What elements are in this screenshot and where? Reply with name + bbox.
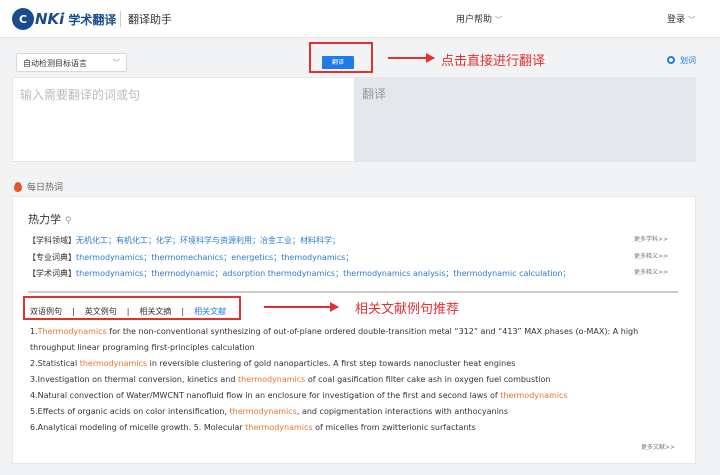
- header-divider: [120, 11, 121, 27]
- example-prefix: 1.: [30, 327, 38, 336]
- dict-row-links[interactable]: thermodynamics；thermodynamic；adsorption …: [76, 269, 571, 278]
- top-bar: C NKi 学术翻译 翻译助手 用户帮助 ﹀ 登录 ﹀: [0, 0, 720, 38]
- more-subjects-link[interactable]: 更多学科>>: [634, 234, 668, 243]
- hot-term: 热力学 ⚲: [28, 211, 72, 227]
- search-icon[interactable]: ⚲: [65, 216, 72, 226]
- output-placeholder: 翻译: [362, 87, 387, 101]
- login-menu[interactable]: 登录 ﹀: [667, 12, 695, 25]
- dict-row-links[interactable]: 无机化工；有机化工；化学；环境科学与资源利用；冶金工业；材料科学；: [76, 236, 340, 245]
- annotation-highlight-box: [309, 42, 373, 73]
- page-title: 翻译助手: [128, 13, 172, 26]
- example-highlight: thermodynamics: [245, 423, 313, 432]
- dict-row-label: 【专业词典】: [28, 253, 76, 262]
- example-highlight: Thermodynamics: [37, 327, 107, 336]
- example-suffix: , and copigmentation interactions with a…: [296, 407, 509, 416]
- annotation-arrow: [264, 302, 339, 312]
- example-prefix: 3.Investigation on thermal conversion, k…: [30, 375, 238, 384]
- example-suffix: for the non-conventional synthesizing of…: [30, 327, 639, 352]
- chevron-down-icon: ﹀: [495, 16, 503, 24]
- example-sentence[interactable]: 2.Statistical thermodynamics in reversib…: [30, 356, 680, 372]
- chevron-down-icon: ﹀: [688, 16, 696, 24]
- source-text-input[interactable]: 输入需要翻译的词或句: [12, 77, 355, 162]
- example-sentence[interactable]: 4.Natural convection of Water/MWCNT nano…: [30, 388, 680, 404]
- logo-brand: NKi: [35, 10, 65, 28]
- more-definitions-link[interactable]: 更多释义>>: [634, 251, 668, 260]
- translation-output: 翻译: [355, 77, 696, 162]
- cnki-logo-icon: C: [12, 8, 34, 30]
- login-label: 登录: [667, 15, 686, 25]
- huaci-label[interactable]: 划词: [680, 55, 696, 66]
- example-suffix: of micelles from zwitterionic surfactant…: [312, 423, 476, 432]
- example-prefix: 5.Effects of organic acids on color inte…: [30, 407, 230, 416]
- dict-row-links[interactable]: thermodynamics；thermomechanics；energetic…: [76, 253, 353, 262]
- dict-row-subject: 【学科领域】无机化工；有机化工；化学；环境科学与资源利用；冶金工业；材料科学；: [28, 235, 340, 246]
- language-select-value: 自动检测目标语言: [23, 59, 87, 68]
- example-sentence[interactable]: 5.Effects of organic acids on color inte…: [30, 404, 680, 420]
- logo-text: 学术翻译: [68, 12, 117, 27]
- dict-row-label: 【学术词典】: [28, 269, 76, 278]
- example-prefix: 6.Analytical modeling of micelle growth.…: [30, 423, 246, 432]
- daily-hot-words-label: 每日热词: [27, 183, 64, 193]
- source-placeholder: 输入需要翻译的词或句: [20, 88, 141, 102]
- more-definitions-link[interactable]: 更多释义>>: [634, 267, 668, 276]
- example-highlight: thermodynamics: [229, 407, 297, 416]
- example-prefix: 4.Natural convection of Water/MWCNT nano…: [30, 391, 501, 400]
- more-literature-link[interactable]: 更多文献>>: [641, 442, 675, 451]
- dict-row-label: 【学科领域】: [28, 236, 76, 245]
- annotation-highlight-box: [23, 296, 241, 320]
- dict-row-professional: 【专业词典】thermodynamics；thermomechanics；ene…: [28, 252, 353, 263]
- annotation-literature-note: 相关文献例句推荐: [355, 302, 460, 317]
- example-suffix: of coal gasification filter cake ash in …: [305, 375, 551, 384]
- user-help-menu[interactable]: 用户帮助 ﹀: [456, 12, 502, 25]
- example-prefix: 2.Statistical: [30, 359, 80, 368]
- user-help-label: 用户帮助: [456, 15, 493, 25]
- language-select[interactable]: 自动检测目标语言 ﹀: [16, 53, 127, 72]
- annotation-translate-note: 点击直接进行翻译: [441, 54, 546, 69]
- annotation-arrow: [388, 53, 435, 63]
- example-highlight: thermodynamics: [79, 359, 148, 368]
- cnki-logo[interactable]: C NKi 学术翻译: [12, 8, 116, 30]
- huaci-radio[interactable]: [667, 56, 675, 64]
- chevron-down-icon: ﹀: [113, 59, 120, 67]
- example-sentence[interactable]: 3.Investigation on thermal conversion, k…: [30, 372, 680, 388]
- hot-term-label: 热力学: [28, 213, 61, 226]
- example-highlight: thermodynamics: [500, 391, 568, 400]
- flame-icon: [14, 181, 22, 192]
- example-suffix: in reversible clustering of gold nanopar…: [147, 359, 516, 368]
- daily-hot-words-title: 每日热词: [14, 180, 63, 193]
- section-divider: [28, 291, 678, 293]
- example-sentence[interactable]: 1.Thermodynamics for the non-conventiona…: [30, 324, 680, 356]
- example-sentence[interactable]: 6.Analytical modeling of micelle growth.…: [30, 420, 680, 436]
- example-highlight: thermodynamics: [238, 375, 306, 384]
- dict-row-academic: 【学术词典】thermodynamics；thermodynamic；adsor…: [28, 268, 571, 279]
